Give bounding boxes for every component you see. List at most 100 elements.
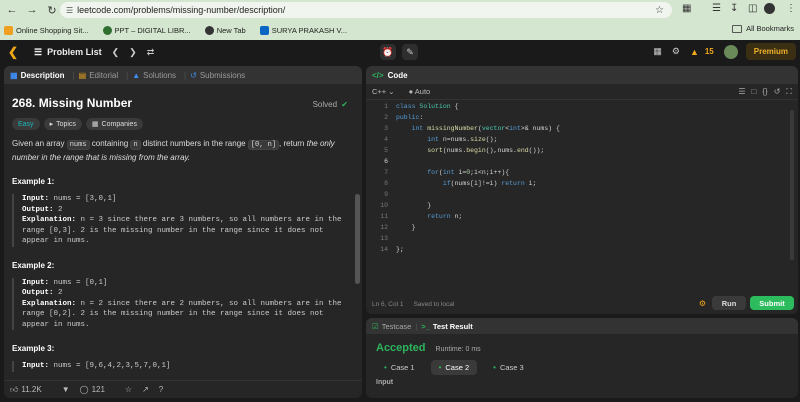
format-icon[interactable]: ☰ <box>738 87 745 97</box>
bookmark-star-icon[interactable]: ☆ <box>655 5 664 16</box>
auto-mode-toggle[interactable]: ● Auto <box>409 87 431 96</box>
line-number: 11 <box>380 213 388 220</box>
document-icon: ▦ <box>10 70 18 80</box>
layout-icon[interactable]: ▦ <box>653 46 662 57</box>
notes-icon[interactable]: ✎ <box>402 44 418 60</box>
tab-description[interactable]: ▦ Description <box>10 71 65 80</box>
test-tabs: ☑ Testcase | >_ Test Result <box>366 318 798 334</box>
problem-list-button[interactable]: ☰ Problem List <box>34 47 102 58</box>
tab-label: Test Result <box>432 321 473 331</box>
chevron-down-icon: ⌄ <box>388 87 395 96</box>
explanation-text: appear in nums. <box>22 320 90 329</box>
line-number: 2 <box>384 114 388 121</box>
example-heading: Example 1: <box>12 177 55 186</box>
tab-solutions[interactable]: ▲ Solutions <box>132 71 176 80</box>
like-button[interactable]: 👍︎ 11.2K <box>10 385 52 395</box>
tab-label: Solutions <box>143 70 177 80</box>
bookmark-label: SURYA PRAKASH V... <box>271 25 348 35</box>
leetcode-logo-icon[interactable]: ❮ <box>8 45 20 59</box>
description-footer: 👍︎ 11.2K ▼ ◯ 121 ☆ ↗ ? <box>4 380 362 398</box>
all-bookmarks-label: All Bookmarks <box>746 24 794 33</box>
help-icon[interactable]: ? <box>159 385 163 394</box>
profile-icon[interactable] <box>764 3 775 14</box>
tab-submissions[interactable]: ↺ Submissions <box>190 71 245 80</box>
result-summary: Accepted Runtime: 0 ms <box>366 334 798 354</box>
dislike-icon[interactable]: ▼ <box>62 385 70 394</box>
pass-dot-icon: • <box>384 363 387 372</box>
reset-icon[interactable]: ↺ <box>774 87 781 97</box>
prev-problem-icon[interactable]: ❮ <box>112 47 120 58</box>
code-panel: </> Code C++ ⌄ ● Auto ☰ □ {} ↺ ⛶ 1 2 3 4… <box>366 66 798 314</box>
tag-row: Easy ▸ Topics ▦ Companies <box>12 118 354 130</box>
line-number: 13 <box>380 235 388 242</box>
comments-button[interactable]: ◯ 121 <box>80 385 115 394</box>
download-icon[interactable]: ↧ <box>730 3 738 14</box>
bookmark-item[interactable]: SURYA PRAKASH V... <box>259 25 348 35</box>
text: distinct numbers in the range <box>140 139 248 148</box>
back-icon[interactable]: ← <box>4 2 20 18</box>
description-scrollbar[interactable] <box>355 194 360 284</box>
debug-icon[interactable]: ⚙ <box>699 299 706 308</box>
bookmark-item[interactable]: New Tab <box>204 25 246 35</box>
media-icon[interactable]: ☰ <box>712 3 721 14</box>
tab-editorial[interactable]: ▤ Editorial <box>79 71 118 80</box>
language-select[interactable]: C++ ⌄ <box>372 87 395 96</box>
favorite-star-icon[interactable]: ☆ <box>125 385 132 394</box>
check-circle-icon: ✔ <box>341 100 348 109</box>
extensions-icon[interactable]: ▦ <box>682 3 691 14</box>
code-snippet: nums <box>66 140 90 150</box>
bookmark-item[interactable]: Online Shopping Sit... <box>4 25 89 35</box>
site-info-icon[interactable]: ☰ <box>66 6 73 15</box>
case-tab[interactable]: • Case 2 <box>430 360 478 375</box>
output-label: Output: <box>22 205 54 214</box>
sidebar-icon[interactable]: ◫ <box>748 3 757 14</box>
line-number: 6 <box>384 158 388 165</box>
test-panel: ☑ Testcase | >_ Test Result Accepted Runti… <box>366 318 798 398</box>
submit-button[interactable]: Submit <box>750 296 794 310</box>
code-line: if(nums[i]!=i) return i; <box>442 180 537 187</box>
avatar[interactable] <box>723 44 738 59</box>
mode-label: Auto <box>414 87 431 96</box>
difficulty-badge: Easy <box>12 118 40 130</box>
save-status: Saved to local <box>413 300 455 308</box>
fullscreen-icon[interactable]: ⛶ <box>786 87 792 97</box>
example-heading: Example 3: <box>12 344 55 353</box>
all-bookmarks[interactable]: All Bookmarks <box>732 24 794 33</box>
address-bar[interactable]: ☰ leetcode.com/problems/missing-number/d… <box>60 2 672 18</box>
app-topbar: ❮ ☰ Problem List ❮ ❯ ⇄ ⏰ ✎ ▦ ⚙ ▲ 15 Prem… <box>0 40 800 64</box>
streak-count[interactable]: 15 <box>705 47 714 56</box>
code-snippet: [0, n] <box>247 140 280 150</box>
bookmark-item[interactable]: PPT – DIGITAL LIBR... <box>102 25 191 35</box>
topics-tag[interactable]: ▸ Topics <box>43 118 82 130</box>
explanation-text: appear in nums. <box>22 237 90 245</box>
tab-label: Description <box>20 70 65 80</box>
reload-icon[interactable]: ↻ <box>44 2 60 18</box>
companies-tag[interactable]: ▦ Companies <box>85 118 143 130</box>
code-editor[interactable]: 1 2 3 4 5 6 7 8 9 10 11 12 13 14 class S… <box>366 100 798 278</box>
premium-button[interactable]: Premium <box>745 43 796 60</box>
settings-gear-icon[interactable]: ⚙ <box>672 46 680 57</box>
next-problem-icon[interactable]: ❯ <box>129 47 137 58</box>
code-line: } <box>411 224 416 231</box>
thumbs-up-icon: 👍︎ <box>10 384 19 394</box>
shuffle-icon[interactable]: ⇄ <box>147 47 155 58</box>
timer-icon[interactable]: ⏰ <box>380 44 396 60</box>
tab-test-result[interactable]: >_ Test Result <box>421 322 472 331</box>
menu-kebab-icon[interactable]: ⋮ <box>786 3 796 14</box>
bookmark-icon[interactable]: □ <box>752 87 757 97</box>
explanation-label: Explanation: <box>22 299 77 308</box>
code-line: int n=nums.size(); <box>427 136 498 143</box>
explanation-text: range [0,2]. 2 is the missing number in … <box>22 310 324 318</box>
tab-testcase[interactable]: ☑ Testcase <box>372 322 411 331</box>
case-tab[interactable]: • Case 1 <box>376 360 423 375</box>
braces-icon[interactable]: {} <box>762 87 767 97</box>
tab-label: Submissions <box>199 70 246 80</box>
editor-scrollbar[interactable] <box>790 110 794 260</box>
case-tab[interactable]: • Case 3 <box>485 360 532 375</box>
terminal-icon: >_ <box>421 321 430 331</box>
forward-icon[interactable]: → <box>24 2 40 18</box>
share-icon[interactable]: ↗ <box>142 385 149 394</box>
run-button[interactable]: Run <box>712 296 746 310</box>
